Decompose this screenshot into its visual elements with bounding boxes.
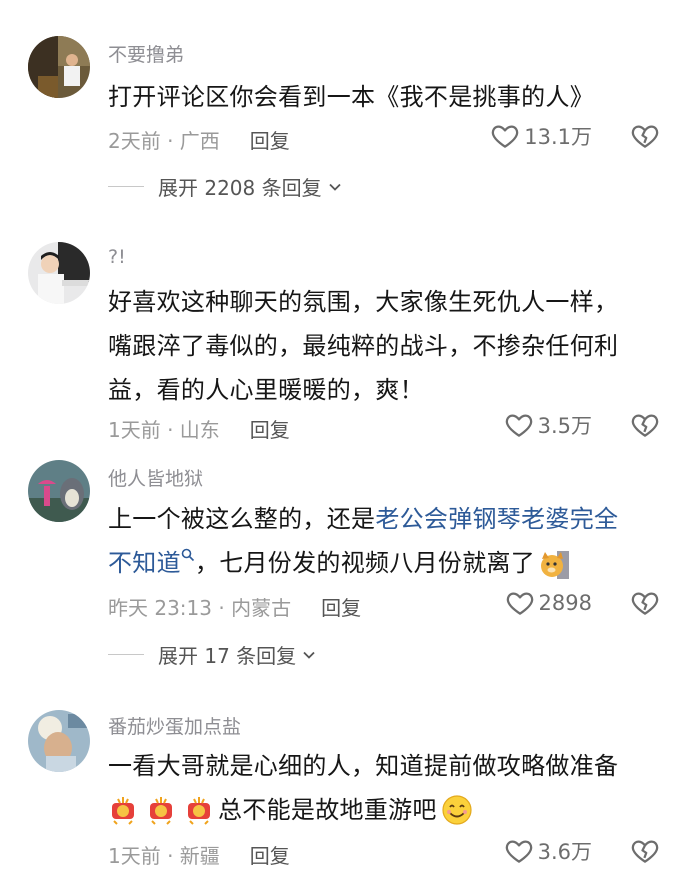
username[interactable]: 番茄炒蛋加点盐 [108, 712, 241, 739]
reply-button[interactable]: 回复 [250, 840, 290, 869]
time-location: 昨天 23:13 · 内蒙古 [108, 596, 292, 620]
username[interactable]: 不要撸弟 [108, 40, 184, 67]
heart-outline-icon [492, 125, 519, 148]
broken-heart-icon[interactable] [630, 836, 660, 866]
search-link[interactable]: 不知道 [108, 549, 181, 577]
reply-button[interactable]: 回复 [321, 592, 361, 621]
comment-text: 打开评论区你会看到一本《我不是挑事的人》 [108, 83, 594, 111]
like-count: 3.5万 [537, 414, 592, 438]
chevron-down-icon [303, 651, 315, 659]
heart-outline-icon [506, 592, 533, 615]
comment-meta: 2天前 · 广西 回复 [108, 125, 290, 154]
avatar[interactable] [28, 242, 90, 304]
divider [108, 186, 144, 187]
like-button[interactable]: 3.5万 [504, 410, 592, 440]
reply-button[interactable]: 回复 [250, 414, 290, 443]
comment-text: 一看大哥就是心细的人，知道提前做攻略做准备 总不能是故地重游吧 [108, 744, 668, 832]
comment-text: 上一个被这么整的，还是老公会弹钢琴老婆完全 不知道 ，七月份发的视频八月份就离了 [108, 497, 668, 585]
firecracker-sticker-icon [112, 797, 134, 825]
avatar[interactable] [28, 460, 90, 522]
divider [108, 654, 144, 655]
reply-button[interactable]: 回复 [250, 125, 290, 154]
time-location: 1天前 · 山东 [108, 418, 220, 442]
expand-label: 展开 17 条回复 [158, 644, 297, 668]
like-count: 2898 [538, 591, 592, 615]
doge-sticker-icon [541, 551, 570, 579]
expand-replies-button[interactable]: 展开 2208 条回复 [108, 172, 342, 201]
broken-heart-icon[interactable] [630, 588, 660, 618]
broken-heart-icon[interactable] [630, 121, 660, 151]
username[interactable]: ?! [108, 246, 126, 268]
time-location: 2天前 · 广西 [108, 129, 220, 153]
text-line: 总不能是故地重游吧 [218, 796, 437, 824]
username[interactable]: 他人皆地狱 [108, 464, 203, 491]
heart-outline-icon [505, 840, 532, 863]
broken-heart-icon[interactable] [630, 410, 660, 440]
chevron-down-icon [328, 183, 341, 191]
search-icon[interactable] [181, 548, 195, 562]
like-button[interactable]: 2898 [505, 588, 592, 618]
comment-meta: 1天前 · 新疆 回复 [108, 840, 290, 869]
avatar[interactable] [28, 710, 90, 772]
comment-meta: 1天前 · 山东 回复 [108, 414, 290, 443]
like-button[interactable]: 13.1万 [490, 121, 592, 151]
firecracker-sticker-icon [150, 797, 172, 825]
search-link[interactable]: 老公会弹钢琴老婆完全 [375, 505, 618, 533]
text-line: 嘴跟淬了毒似的，最纯粹的战斗，不掺杂任何利 [108, 332, 619, 360]
expand-label: 展开 2208 条回复 [158, 176, 322, 200]
expand-replies-button[interactable]: 展开 17 条回复 [108, 640, 316, 669]
text-line: 一看大哥就是心细的人，知道提前做攻略做准备 [108, 752, 619, 780]
heart-outline-icon [505, 414, 532, 437]
avatar[interactable] [28, 36, 90, 98]
smile-emoji-icon [442, 795, 472, 825]
text-line: 好喜欢这种聊天的氛围，大家像生死仇人一样， [108, 288, 619, 316]
comment-meta: 昨天 23:13 · 内蒙古 回复 [108, 592, 361, 621]
firecracker-sticker-icon [188, 797, 210, 825]
text-prefix: 上一个被这么整的，还是 [108, 505, 376, 533]
like-count: 3.6万 [537, 840, 592, 864]
time-location: 1天前 · 新疆 [108, 844, 220, 868]
like-button[interactable]: 3.6万 [504, 836, 592, 866]
text-suffix: ，七月份发的视频八月份就离了 [194, 549, 536, 577]
comment-text: 好喜欢这种聊天的氛围，大家像生死仇人一样， 嘴跟淬了毒似的，最纯粹的战斗，不掺杂… [108, 280, 668, 412]
like-count: 13.1万 [524, 125, 592, 149]
text-line: 益，看的人心里暖暖的，爽！ [108, 376, 424, 404]
